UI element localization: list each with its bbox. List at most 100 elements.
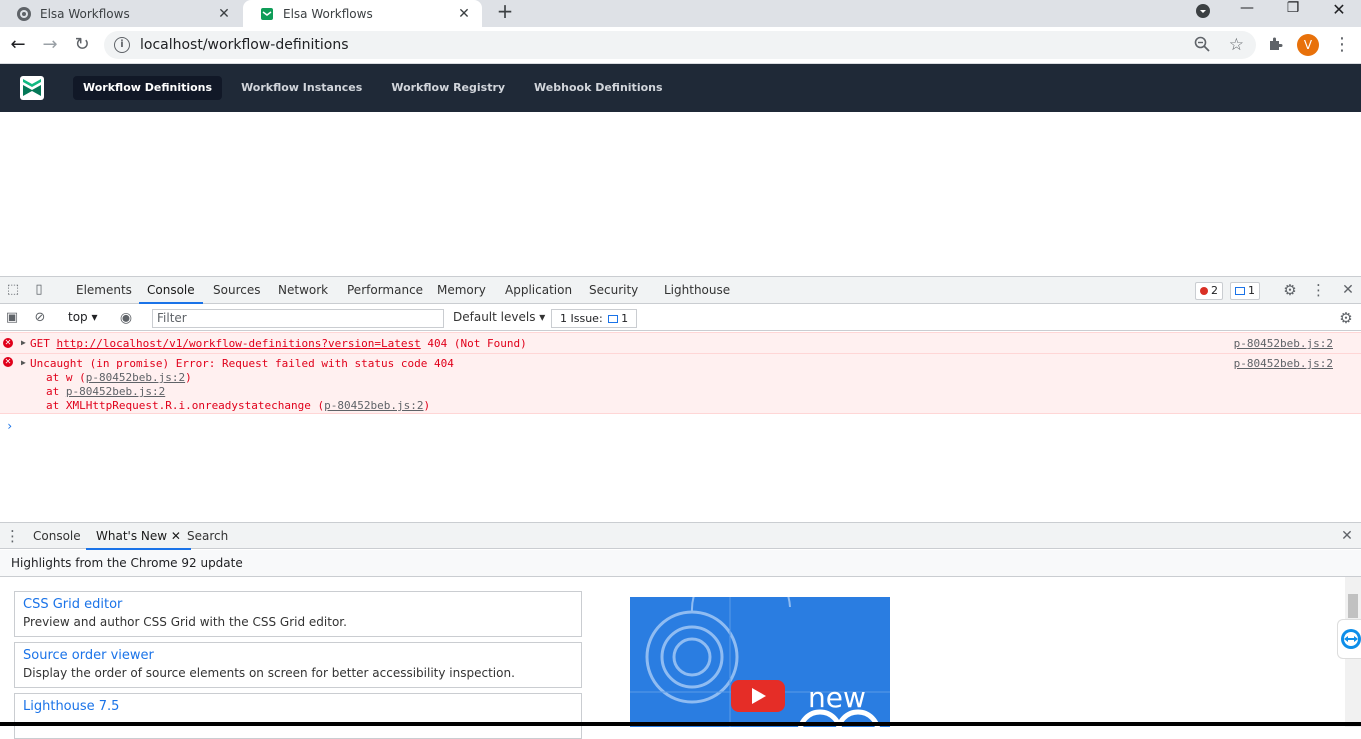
- drawer-tab-search[interactable]: Search: [187, 523, 228, 550]
- issues-label: 1 Issue:: [560, 312, 603, 325]
- elsa-logo-icon[interactable]: [20, 76, 44, 100]
- minimize-icon[interactable]: —: [1237, 0, 1257, 20]
- tab-elements[interactable]: Elements: [76, 277, 132, 304]
- issues-button[interactable]: 1 Issue: 1: [551, 309, 638, 328]
- browser-tab-2[interactable]: Elsa Workflows ✕: [243, 0, 482, 27]
- console-error-row[interactable]: ✕ ▶ GET http://localhost/v1/workflow-def…: [0, 332, 1361, 353]
- feature-title[interactable]: Lighthouse 7.5: [23, 699, 573, 714]
- feature-card[interactable]: CSS Grid editor Preview and author CSS G…: [14, 591, 582, 637]
- settings-gear-icon[interactable]: ⚙: [1283, 283, 1297, 298]
- levels-label: Default levels: [453, 310, 536, 324]
- taskbar-edge: [0, 722, 1361, 726]
- sidebar-toggle-icon[interactable]: ▣: [5, 311, 19, 325]
- inspect-element-icon[interactable]: ⬚: [6, 283, 20, 297]
- url-text: localhost/workflow-definitions: [140, 37, 349, 53]
- bookmark-star-icon[interactable]: ☆: [1229, 35, 1244, 55]
- feature-title[interactable]: Source order viewer: [23, 648, 573, 663]
- clear-console-icon[interactable]: ⊘: [33, 311, 47, 325]
- stack-prefix: at XMLHttpRequest.R.i.onreadystatechange…: [46, 399, 325, 412]
- tab-lighthouse[interactable]: Lighthouse: [664, 277, 730, 304]
- console-settings-icon[interactable]: ⚙: [1339, 311, 1353, 326]
- stack-prefix: at w (: [46, 371, 86, 384]
- stack-suffix: ): [185, 371, 192, 384]
- default-levels-dropdown[interactable]: Default levels ▾: [453, 310, 545, 324]
- drawer-tab-console[interactable]: Console: [33, 523, 81, 550]
- reload-icon[interactable]: ↻: [72, 35, 92, 55]
- tab-application[interactable]: Application: [505, 277, 572, 304]
- stack-link[interactable]: p-80452beb.js:2: [86, 371, 185, 384]
- browser-tab-1[interactable]: Elsa Workflows ✕: [0, 0, 242, 27]
- issues-count: 1: [621, 312, 629, 325]
- tab-console[interactable]: Console: [139, 277, 203, 304]
- tab-sources[interactable]: Sources: [213, 277, 260, 304]
- tab-network[interactable]: Network: [278, 277, 328, 304]
- feature-desc: Preview and author CSS Grid with the CSS…: [23, 615, 347, 629]
- back-icon[interactable]: ←: [8, 35, 28, 55]
- nav-workflow-instances[interactable]: Workflow Instances: [231, 76, 372, 100]
- issues-count-badge: 1: [606, 312, 629, 325]
- stack-frame: at p-80452beb.js:2: [46, 385, 165, 398]
- message-count: 1: [1248, 284, 1255, 297]
- profile-avatar[interactable]: V: [1297, 34, 1319, 56]
- error-x-icon: ✕: [3, 357, 13, 367]
- expand-triangle-icon[interactable]: ▶: [21, 338, 26, 347]
- new-tab-icon[interactable]: +: [495, 1, 515, 21]
- teamviewer-icon[interactable]: [1337, 619, 1361, 659]
- eye-icon[interactable]: ◉: [119, 311, 133, 325]
- request-url-link[interactable]: http://localhost/v1/workflow-definitions…: [57, 337, 421, 350]
- drawer-tab-label: What's New: [96, 529, 168, 543]
- console-toolbar: ▣ ⊘ top ▾ ◉ Filter Default levels ▾ 1 Is…: [0, 305, 1361, 331]
- browser-menu-icon[interactable]: ⋮: [1333, 34, 1351, 56]
- info-icon[interactable]: i: [114, 37, 130, 53]
- filter-input[interactable]: Filter: [152, 309, 444, 328]
- browser-tab-strip: Elsa Workflows ✕ Elsa Workflows ✕ + — ❐ …: [0, 0, 1361, 27]
- close-tab-icon[interactable]: ✕: [216, 6, 232, 22]
- whats-new-video[interactable]: new: [630, 597, 890, 727]
- request-status: 404 (Not Found): [427, 337, 527, 350]
- device-toolbar-icon[interactable]: ▯: [32, 283, 46, 297]
- source-link[interactable]: p-80452beb.js:2: [1234, 357, 1333, 370]
- app-header: Workflow Definitions Workflow Instances …: [0, 64, 1361, 112]
- extensions-icon[interactable]: [1267, 36, 1285, 54]
- stack-link[interactable]: p-80452beb.js:2: [66, 385, 165, 398]
- drawer-tab-whats-new[interactable]: What's New ✕: [86, 523, 191, 550]
- console-error-row[interactable]: ✕ ▶ Uncaught (in promise) Error: Request…: [0, 353, 1361, 414]
- tab-memory[interactable]: Memory: [437, 277, 486, 304]
- nav-workflow-definitions[interactable]: Workflow Definitions: [73, 76, 223, 100]
- source-link[interactable]: p-80452beb.js:2: [1234, 337, 1333, 350]
- close-window-icon[interactable]: ✕: [1329, 0, 1349, 20]
- scrollbar-thumb[interactable]: [1348, 594, 1358, 618]
- drawer-menu-icon[interactable]: ⋮: [5, 529, 20, 544]
- tab-security[interactable]: Security: [589, 277, 638, 304]
- nav-workflow-registry[interactable]: Workflow Registry: [381, 76, 515, 100]
- forward-icon[interactable]: →: [40, 35, 60, 55]
- zoom-icon[interactable]: [1194, 36, 1212, 54]
- address-bar[interactable]: i localhost/workflow-definitions ☆: [104, 31, 1256, 59]
- console-output: ✕ ▶ GET http://localhost/v1/workflow-def…: [0, 332, 1361, 522]
- message-icon: [1235, 287, 1245, 295]
- video-text: new: [808, 681, 866, 714]
- browser-tab-title: Elsa Workflows: [283, 6, 373, 21]
- devtools-panel: ⬚ ▯ Elements Console Sources Network Per…: [0, 276, 1361, 739]
- whats-new-highlight: Highlights from the Chrome 92 update: [0, 550, 1361, 577]
- stack-suffix: ): [423, 399, 431, 412]
- feature-card[interactable]: Source order viewer Display the order of…: [14, 642, 582, 688]
- nav-webhook-definitions[interactable]: Webhook Definitions: [524, 76, 672, 100]
- devtools-menu-icon[interactable]: ⋮: [1311, 283, 1326, 298]
- close-drawer-icon[interactable]: ✕: [1340, 529, 1354, 543]
- restore-icon[interactable]: ❐: [1283, 0, 1303, 20]
- console-prompt[interactable]: ›: [6, 419, 13, 433]
- error-count-badge[interactable]: 2: [1195, 282, 1223, 300]
- tab-performance[interactable]: Performance: [347, 277, 423, 304]
- tab-search-icon[interactable]: [1193, 3, 1213, 23]
- message-count-badge[interactable]: 1: [1230, 282, 1260, 300]
- stack-link[interactable]: p-80452beb.js:2: [324, 399, 423, 412]
- feature-title[interactable]: CSS Grid editor: [23, 597, 573, 612]
- close-devtools-icon[interactable]: ✕: [1341, 283, 1355, 297]
- error-message: Uncaught (in promise) Error: Request fai…: [30, 357, 454, 370]
- close-tab-icon[interactable]: ✕: [171, 529, 181, 543]
- context-select[interactable]: top ▾: [68, 310, 98, 324]
- close-tab-icon[interactable]: ✕: [456, 6, 472, 22]
- feature-card[interactable]: Lighthouse 7.5: [14, 693, 582, 739]
- expand-triangle-icon[interactable]: ▶: [21, 358, 26, 367]
